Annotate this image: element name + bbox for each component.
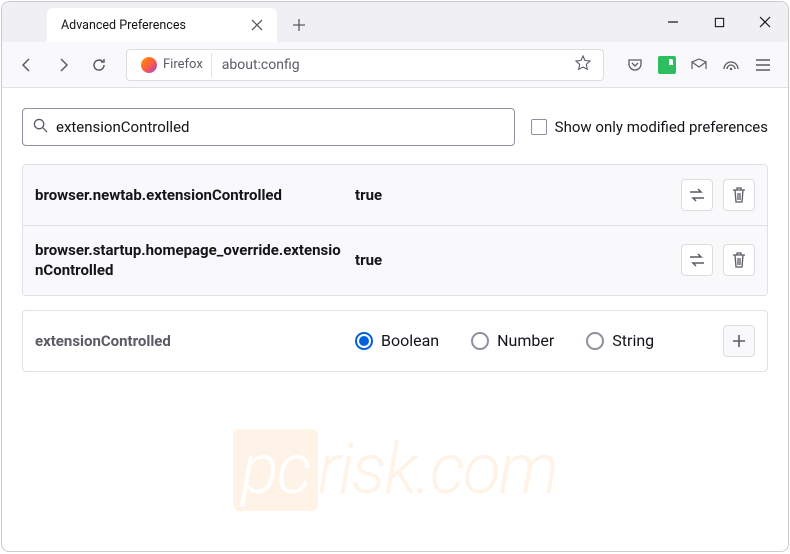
pref-row: browser.startup.homepage_override.extens… xyxy=(23,226,767,295)
pref-value: true xyxy=(355,186,681,204)
add-pref-row: extensionControlled Boolean Number Strin… xyxy=(22,310,768,372)
modified-only-toggle[interactable]: Show only modified preferences xyxy=(531,118,768,136)
modified-only-label: Show only modified preferences xyxy=(555,118,768,136)
delete-button[interactable] xyxy=(723,244,755,276)
pocket-icon[interactable] xyxy=(620,50,650,80)
tab-bar: Advanced Preferences xyxy=(2,2,788,42)
delete-button[interactable] xyxy=(723,179,755,211)
type-label: Number xyxy=(497,331,554,350)
back-button[interactable] xyxy=(12,50,42,80)
content-area: Show only modified preferences browser.n… xyxy=(2,88,788,392)
radio-icon xyxy=(355,332,373,350)
toggle-button[interactable] xyxy=(681,244,713,276)
evernote-icon[interactable] xyxy=(652,50,682,80)
identity-box[interactable]: Firefox xyxy=(133,53,212,77)
pref-value: true xyxy=(355,251,681,269)
window-maximize-button[interactable] xyxy=(696,2,742,42)
vpn-icon[interactable] xyxy=(716,50,746,80)
toggle-button[interactable] xyxy=(681,179,713,211)
search-input[interactable] xyxy=(56,118,504,136)
search-icon xyxy=(33,118,48,137)
watermark: pcrisk.com xyxy=(233,429,557,511)
type-boolean[interactable]: Boolean xyxy=(355,331,439,350)
window-close-button[interactable] xyxy=(742,2,788,42)
type-string[interactable]: String xyxy=(586,331,654,350)
add-button[interactable] xyxy=(723,325,755,357)
nav-bar: Firefox about:config xyxy=(2,42,788,88)
forward-button[interactable] xyxy=(48,50,78,80)
add-pref-name: extensionControlled xyxy=(35,332,355,350)
pref-name: browser.startup.homepage_override.extens… xyxy=(35,240,355,281)
tab-title: Advanced Preferences xyxy=(61,18,186,33)
tab-close-icon[interactable] xyxy=(247,15,267,35)
reload-button[interactable] xyxy=(84,50,114,80)
new-tab-button[interactable] xyxy=(285,11,313,39)
window-minimize-button[interactable] xyxy=(650,2,696,42)
radio-icon xyxy=(586,332,604,350)
pref-row: browser.newtab.extensionControlled true xyxy=(23,165,767,226)
radio-icon xyxy=(471,332,489,350)
type-label: Boolean xyxy=(381,331,439,350)
search-box[interactable] xyxy=(22,108,515,146)
type-number[interactable]: Number xyxy=(471,331,554,350)
firefox-icon xyxy=(141,57,157,73)
tab-active[interactable]: Advanced Preferences xyxy=(47,8,277,42)
bookmark-star-icon[interactable] xyxy=(569,55,597,75)
type-label: String xyxy=(612,331,654,350)
identity-label: Firefox xyxy=(163,57,203,72)
prefs-table: browser.newtab.extensionControlled true … xyxy=(22,164,768,296)
url-text: about:config xyxy=(212,57,569,73)
pref-name: browser.newtab.extensionControlled xyxy=(35,185,355,205)
mail-icon[interactable] xyxy=(684,50,714,80)
url-bar[interactable]: Firefox about:config xyxy=(126,49,604,81)
app-menu-icon[interactable] xyxy=(748,50,778,80)
checkbox-icon xyxy=(531,119,547,135)
